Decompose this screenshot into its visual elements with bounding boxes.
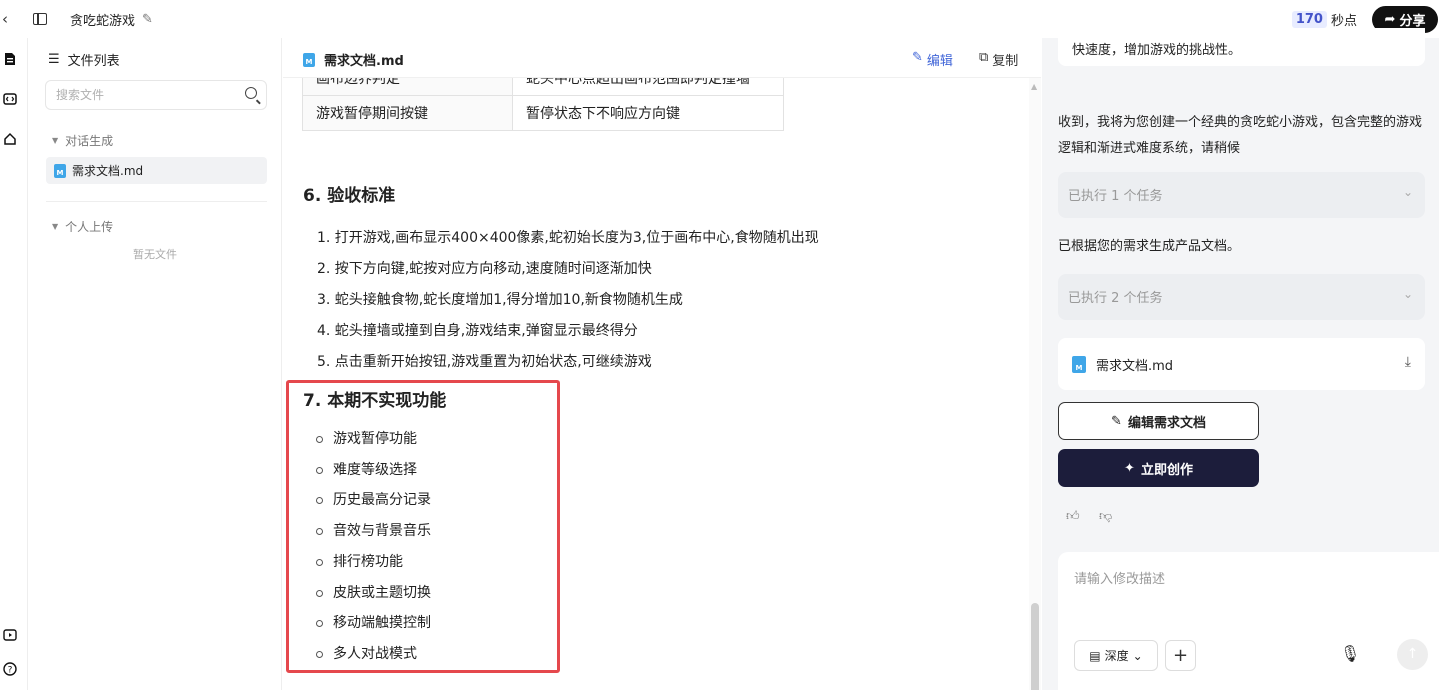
home-icon[interactable]	[3, 132, 17, 146]
edit-requirements-label: 编辑需求文档	[1127, 415, 1206, 431]
pencil-icon: ✎	[912, 50, 923, 65]
file-list-panel: ☰ 文件列表 ▼ 对话生成 M 需求文档.md ▼ 个人上传 暂无文件	[28, 38, 282, 690]
depth-selector[interactable]: ▤ 深度 ⌄	[1074, 640, 1158, 671]
scroll-up-icon[interactable]: ▲	[1031, 82, 1037, 91]
depth-icon: ▤	[1089, 648, 1101, 663]
group-uploads-label: 个人上传	[65, 220, 114, 234]
edit-title-icon[interactable]: ✎	[142, 12, 153, 27]
chevron-down-icon: ⌄	[1402, 185, 1413, 199]
chat-panel: 快速度，增加游戏的挑战性。 收到，我将为您创建一个经典的贪吃蛇小游戏，包含完整的…	[1042, 28, 1439, 690]
list-item: 4. 蛇头撞墙或撞到自身,游戏结束,弹窗显示最终得分	[317, 323, 638, 339]
create-now-label: 立即创作	[1140, 462, 1193, 478]
task-collapse[interactable]: 已执行 1 个任务 ⌄	[1058, 172, 1425, 218]
code-icon[interactable]	[3, 92, 17, 106]
task-label: 已执行 1 个任务	[1068, 189, 1163, 204]
table-row: 游戏暂停期间按键 暂停状态下不响应方向键	[302, 95, 784, 131]
microphone-icon[interactable]: 🎙︎	[1340, 644, 1360, 663]
add-attachment-button[interactable]: +	[1165, 640, 1196, 671]
previous-message-bubble: 快速度，增加游戏的挑战性。	[1058, 28, 1425, 66]
list-icon: ☰	[48, 52, 60, 67]
project-title: 贪吃蛇游戏	[70, 13, 136, 29]
send-button[interactable]: ↑	[1397, 639, 1428, 670]
file-card[interactable]: M 需求文档.md ⤓	[1058, 338, 1425, 390]
doc-icon[interactable]	[3, 52, 17, 66]
thumbs-down-icon[interactable]: 👎︎	[1099, 509, 1112, 524]
assistant-message: 收到，我将为您创建一个经典的贪吃蛇小游戏，包含完整的游戏逻辑和渐进式难度系统，请…	[1058, 115, 1423, 156]
play-icon[interactable]	[3, 628, 17, 642]
empty-state: 暂无文件	[133, 248, 177, 261]
section-heading: 6. 验收标准	[303, 186, 396, 206]
list-item: 3. 蛇头接触食物,蛇长度增加1,得分增加10,新食物随机生成	[317, 292, 683, 308]
svg-text:?: ?	[8, 666, 13, 676]
copy-icon: ⧉	[979, 50, 989, 65]
list-item: 2. 按下方向键,蛇按对应方向移动,速度随时间逐渐加快	[317, 261, 652, 277]
assistant-message: 已根据您的需求生成产品文档。	[1058, 239, 1241, 254]
file-card-name: 需求文档.md	[1096, 358, 1174, 374]
divider	[46, 201, 267, 202]
search-input[interactable]	[46, 81, 226, 109]
copy-button[interactable]: ⧉ 复制	[979, 50, 1018, 69]
back-icon[interactable]: ‹	[2, 10, 20, 28]
group-generated-label: 对话生成	[65, 134, 114, 148]
highlight-box	[286, 380, 560, 673]
depth-label: 深度	[1104, 649, 1129, 663]
create-now-button[interactable]: ✦ 立即创作	[1058, 449, 1259, 487]
help-icon[interactable]: ?	[3, 662, 17, 676]
share-icon: ➦	[1384, 12, 1396, 27]
file-list-header: ☰ 文件列表	[48, 50, 120, 69]
sidebar-toggle-icon[interactable]	[33, 13, 47, 25]
copy-label: 复制	[992, 54, 1019, 69]
task-label: 已执行 2 个任务	[1068, 291, 1163, 306]
edit-requirements-button[interactable]: ✎ 编辑需求文档	[1058, 402, 1259, 440]
previous-message-text: 快速度，增加游戏的挑战性。	[1072, 43, 1242, 58]
scrollbar-thumb[interactable]	[1031, 603, 1039, 690]
points-value: 170	[1291, 11, 1327, 28]
search-icon[interactable]	[245, 87, 257, 99]
file-list-title: 文件列表	[67, 54, 120, 69]
points-unit: 秒点	[1330, 14, 1357, 29]
vertical-scrollbar[interactable]: ▲	[1029, 78, 1041, 690]
chevron-down-icon: ⌄	[1132, 648, 1143, 663]
collapse-icon: ▼	[52, 136, 59, 145]
markdown-file-icon: M	[54, 163, 66, 178]
task-collapse[interactable]: 已执行 2 个任务 ⌄	[1058, 274, 1425, 320]
list-item: 5. 点击重新开始按钮,游戏重置为初始状态,可继续游戏	[317, 354, 652, 370]
input-box: ▤ 深度 ⌄ + 🎙︎ ↑	[1058, 552, 1439, 690]
document-viewer: M 需求文档.md ✎ 编辑 ⧉ 复制 画布边界判定 蛇头中心点超出画布范围即判…	[283, 38, 1041, 690]
chevron-down-icon: ⌄	[1402, 287, 1413, 301]
pencil-icon: ✎	[1111, 413, 1122, 429]
list-item: 1. 打开游戏,画布显示400×400像素,蛇初始长度为3,位于画布中心,食物随…	[317, 230, 819, 246]
thumbs-up-icon[interactable]: 👍︎	[1066, 509, 1080, 524]
file-name: 需求文档.md	[72, 164, 144, 178]
edit-label: 编辑	[926, 54, 953, 69]
revision-input[interactable]	[1058, 552, 1418, 622]
points-counter: 170 秒点	[1291, 10, 1357, 29]
edit-button[interactable]: ✎ 编辑	[912, 50, 953, 69]
table-cell: 游戏暂停期间按键	[302, 95, 513, 131]
group-generated[interactable]: ▼ 对话生成	[52, 132, 113, 149]
document-filename: M 需求文档.md	[303, 50, 404, 69]
file-item[interactable]: M 需求文档.md	[46, 157, 267, 184]
document-filename-label: 需求文档.md	[324, 54, 404, 69]
share-label: 分享	[1399, 14, 1426, 29]
markdown-file-icon: M	[1072, 355, 1086, 373]
collapse-icon: ▼	[52, 222, 59, 231]
sparkle-icon: ✦	[1124, 460, 1135, 476]
search-box	[45, 80, 267, 110]
markdown-file-icon: M	[303, 52, 315, 67]
document-header: M 需求文档.md ✎ 编辑 ⧉ 复制	[283, 38, 1041, 78]
table-cell: 暂停状态下不响应方向键	[512, 95, 784, 131]
download-icon[interactable]: ⤓	[1405, 354, 1411, 370]
acceptance-list: 1. 打开游戏,画布显示400×400像素,蛇初始长度为3,位于画布中心,食物随…	[317, 223, 819, 378]
group-uploads[interactable]: ▼ 个人上传	[52, 218, 113, 235]
left-rail: ?	[0, 38, 28, 690]
